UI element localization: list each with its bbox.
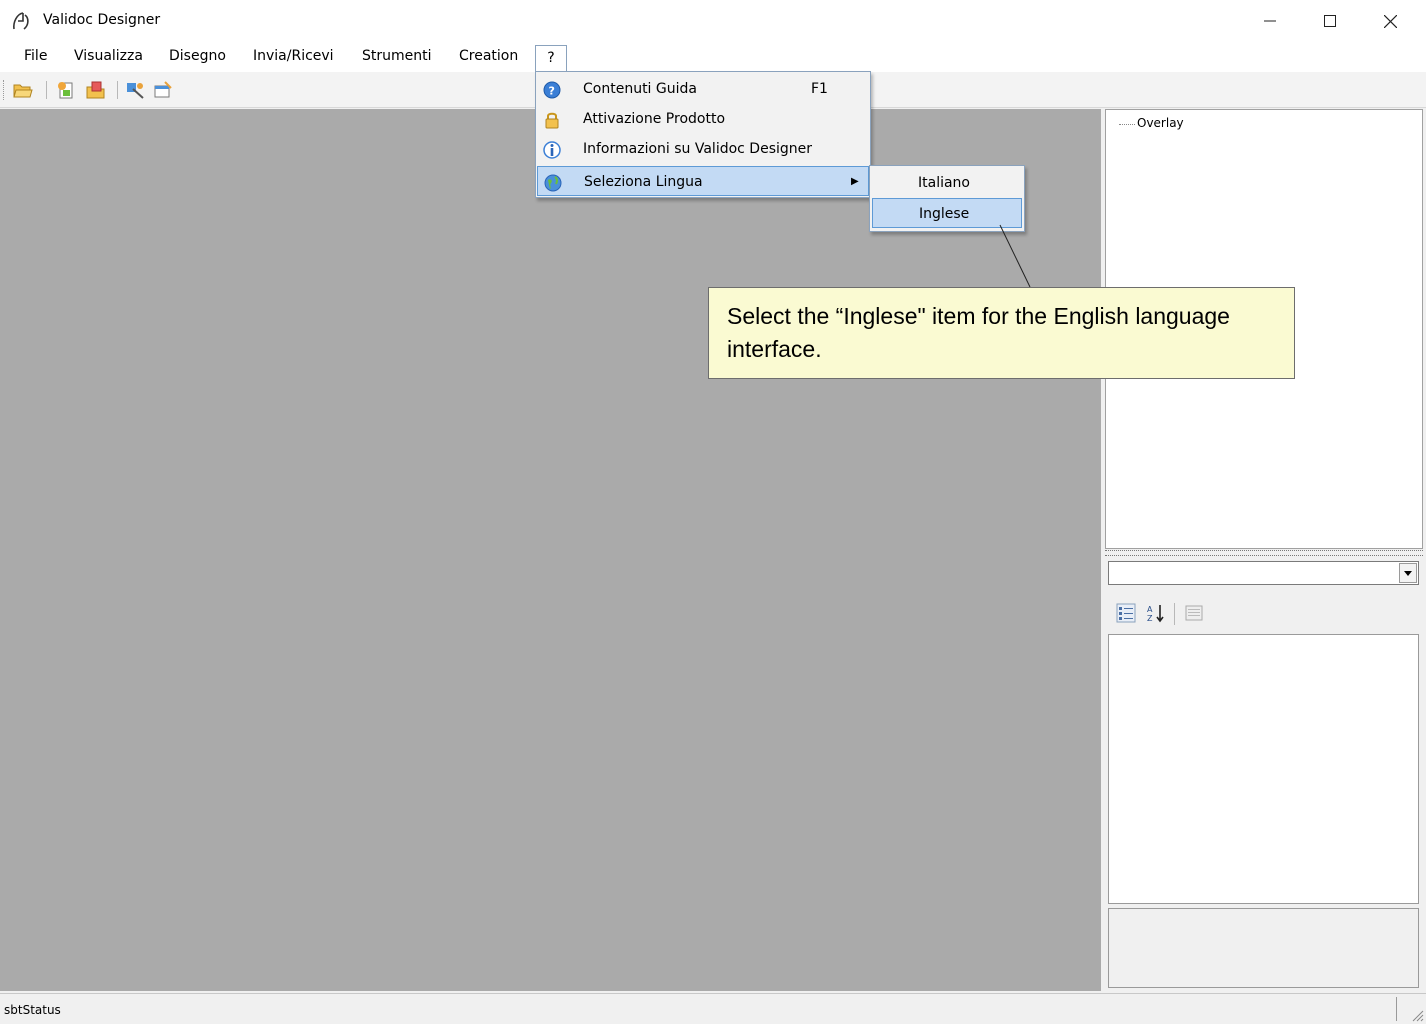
svg-text:A: A [1147,605,1153,614]
status-panel-divider [1396,997,1397,1021]
toolbar-grip[interactable] [3,80,6,100]
svg-text:?: ? [549,85,555,98]
tool-icon[interactable] [125,81,145,99]
menu-disegno[interactable]: Disegno [169,48,226,64]
app-icon [13,12,29,30]
sort-alphabetical-icon[interactable]: A Z [1146,603,1166,623]
status-text: sbtStatus [4,1003,61,1017]
window-title: Validoc Designer [43,12,161,28]
pane-splitter[interactable] [1105,550,1423,556]
submenu-arrow-icon: ▶ [851,176,859,187]
resize-grip-icon[interactable] [1408,1006,1424,1022]
menu-item-label: Seleziona Lingua [584,174,703,190]
object-selector-combo[interactable] [1108,561,1419,585]
menu-file[interactable]: File [24,48,47,64]
property-description [1108,908,1419,988]
submenu-item-inglese[interactable]: Inglese [872,198,1022,228]
menu-bar: File Visualizza Disegno Invia/Ricevi Str… [0,42,1426,72]
menu-help[interactable]: ? [535,45,567,71]
submenu-item-italiano[interactable]: Italiano [872,168,1022,198]
menu-item-shortcut: F1 [811,81,828,97]
menu-item-contenuti-guida[interactable]: ? Contenuti Guida F1 [537,74,869,104]
close-button[interactable] [1360,0,1420,42]
chevron-down-icon [1404,570,1412,576]
menu-item-attivazione-prodotto[interactable]: Attivazione Prodotto [537,104,869,134]
minimize-icon [1264,20,1276,22]
toolbar-separator [117,81,118,99]
property-grid[interactable] [1108,634,1419,904]
svg-text:Z: Z [1147,614,1153,623]
maximize-icon [1324,15,1336,27]
help-menu-dropdown: ? Contenuti Guida F1 Attivazione Prodott… [535,71,871,198]
open-folder-icon[interactable] [13,81,33,99]
combo-dropdown-button[interactable] [1399,563,1417,583]
maximize-button[interactable] [1300,0,1360,42]
design-canvas[interactable] [0,109,1101,991]
menu-item-seleziona-lingua[interactable]: Seleziona Lingua ▶ [537,166,869,196]
instruction-callout: Select the “Inglese" item for the Englis… [708,287,1295,379]
language-submenu: Italiano Inglese [869,165,1025,232]
new-document-icon[interactable] [56,81,76,99]
menu-item-label: Informazioni su Validoc Designer [583,141,813,157]
menu-creation[interactable]: Creation [459,48,518,64]
menu-item-label: Attivazione Prodotto [583,111,726,127]
right-pane: Overlay A Z [1101,109,1426,991]
help-icon: ? [543,81,561,99]
menu-invia-ricevi[interactable]: Invia/Ricevi [253,48,334,64]
menu-strumenti[interactable]: Strumenti [362,48,432,64]
callout-text: Select the “Inglese" item for the Englis… [727,303,1230,362]
categorized-icon[interactable] [1116,603,1136,623]
submenu-item-label: Inglese [919,206,970,222]
menu-item-informazioni[interactable]: Informazioni su Validoc Designer [537,134,869,164]
minimize-button[interactable] [1240,0,1300,42]
title-bar: Validoc Designer [0,0,1426,42]
open-document-icon[interactable] [86,81,106,99]
submenu-item-label: Italiano [918,175,970,191]
status-bar: sbtStatus [0,993,1426,1024]
tree-connector [1119,124,1135,125]
lock-icon [545,112,559,129]
menu-item-label: Contenuti Guida [583,81,697,97]
properties-icon[interactable] [153,81,173,99]
info-icon [543,141,561,159]
tree-item-overlay[interactable]: Overlay [1137,116,1184,130]
property-grid-toolbar: A Z [1108,603,1408,627]
toolbar-separator [46,81,47,99]
toolbar-separator [1174,603,1175,625]
property-pages-icon[interactable] [1184,603,1204,623]
close-icon [1383,14,1397,28]
globe-icon [544,174,562,192]
menu-visualizza[interactable]: Visualizza [74,48,143,64]
